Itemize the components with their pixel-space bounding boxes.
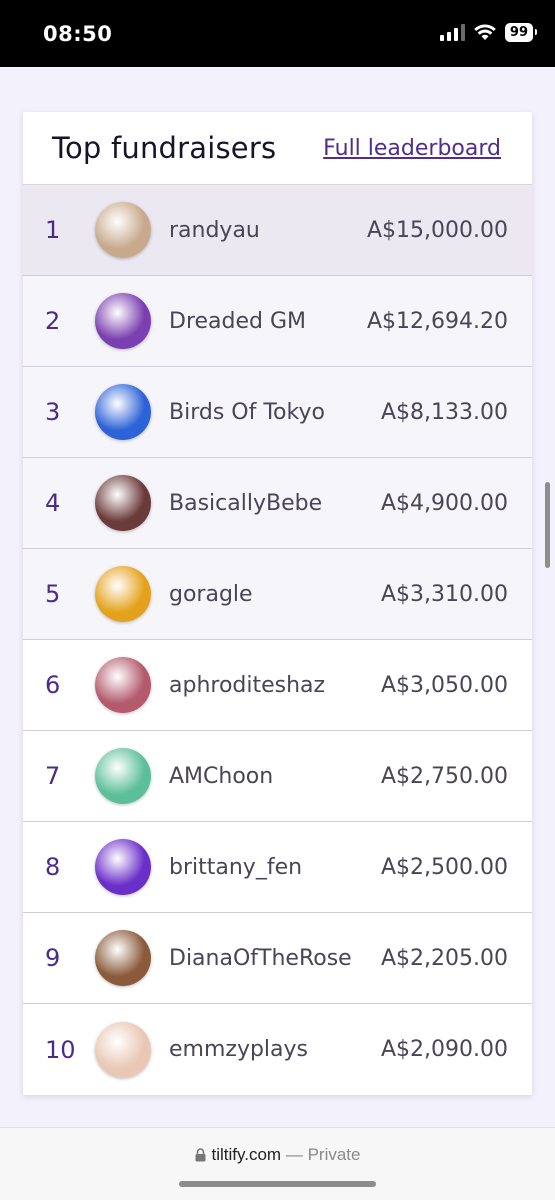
amount-raised: A$15,000.00	[366, 217, 508, 243]
avatar[interactable]	[95, 657, 151, 713]
leaderboard-row[interactable]: 7 AMChoon A$2,750.00	[23, 731, 532, 822]
avatar[interactable]	[95, 1021, 151, 1078]
leaderboard-row[interactable]: 2 Dreaded GM A$12,694.20	[23, 276, 532, 367]
card-title: Top fundraisers	[52, 131, 277, 165]
avatar[interactable]	[95, 839, 151, 895]
avatar[interactable]	[95, 384, 151, 440]
fundraiser-name[interactable]: randyau	[169, 218, 367, 243]
leaderboard-row[interactable]: 1 randyau A$15,000.00	[23, 185, 532, 276]
rank-number: 3	[45, 398, 61, 426]
amount-raised: A$2,090.00	[380, 1037, 508, 1062]
fundraiser-name[interactable]: AMChoon	[169, 764, 381, 789]
status-time: 08:50	[43, 22, 113, 46]
fundraiser-name[interactable]: aphroditeshaz	[169, 673, 381, 698]
status-bar: 08:50 99	[0, 0, 555, 67]
address-bar[interactable]: tiltify.com — Private	[0, 1145, 555, 1165]
card-header: Top fundraisers Full leaderboard	[23, 112, 532, 185]
page-content: Top fundraisers Full leaderboard 1 randya…	[0, 67, 555, 1127]
amount-raised: A$3,310.00	[380, 581, 508, 607]
full-leaderboard-link[interactable]: Full leaderboard	[323, 136, 501, 161]
scrollbar[interactable]	[545, 482, 550, 568]
leaderboard-row[interactable]: 8 brittany_fen A$2,500.00	[23, 822, 532, 913]
avatar[interactable]	[95, 202, 151, 258]
fundraiser-name[interactable]: goragle	[169, 582, 381, 607]
avatar[interactable]	[95, 475, 151, 531]
amount-raised: A$2,750.00	[380, 763, 508, 789]
rank-number: 6	[45, 671, 61, 699]
leaderboard-row[interactable]: 9 DianaOfTheRose A$2,205.00	[23, 913, 532, 1004]
rank-number: 5	[45, 580, 61, 608]
rank-number: 2	[45, 307, 61, 335]
home-indicator[interactable]	[179, 1181, 376, 1187]
amount-raised: A$4,900.00	[380, 490, 508, 516]
leaderboard-list: 1 randyau A$15,000.00 2 Dreaded GM A$12,694.2…	[23, 185, 532, 1095]
leaderboard-row[interactable]: 4 BasicallyBebe A$4,900.00	[23, 458, 532, 549]
amount-raised: A$12,694.20	[366, 308, 508, 334]
cellular-signal-icon	[439, 24, 465, 41]
fundraiser-name[interactable]: DianaOfTheRose	[169, 946, 381, 971]
avatar[interactable]	[95, 293, 151, 349]
amount-raised: A$3,050.00	[380, 672, 508, 698]
lock-icon	[195, 1148, 206, 1162]
leaderboard-row[interactable]: 3 Birds Of Tokyo A$8,133.00	[23, 367, 532, 458]
domain-text: tiltify.com	[211, 1145, 282, 1164]
leaderboard-row[interactable]: 10 emmzyplays A$2,090.00	[23, 1004, 532, 1095]
fundraiser-name[interactable]: BasicallyBebe	[169, 491, 381, 516]
rank-number: 9	[45, 944, 61, 972]
battery-icon: 99	[504, 23, 538, 42]
private-mode-text: Private	[307, 1145, 361, 1164]
amount-raised: A$2,205.00	[380, 945, 508, 971]
amount-raised: A$2,500.00	[380, 854, 508, 880]
fundraiser-name[interactable]: emmzyplays	[169, 1037, 381, 1062]
avatar[interactable]	[95, 748, 151, 804]
separator-text: —	[285, 1145, 303, 1164]
fundraiser-name[interactable]: Birds Of Tokyo	[169, 400, 381, 425]
leaderboard-row[interactable]: 6 aphroditeshaz A$3,050.00	[23, 640, 532, 731]
avatar[interactable]	[95, 930, 151, 986]
fundraiser-name[interactable]: brittany_fen	[169, 855, 381, 880]
fundraiser-name[interactable]: Dreaded GM	[169, 309, 367, 334]
top-fundraisers-card: Top fundraisers Full leaderboard 1 randya…	[23, 112, 532, 1095]
wifi-icon	[474, 24, 496, 40]
rank-number: 7	[45, 762, 61, 790]
rank-number: 1	[45, 216, 61, 244]
avatar[interactable]	[95, 566, 151, 622]
rank-number: 4	[45, 489, 61, 517]
rank-number: 10	[45, 1035, 76, 1064]
rank-number: 8	[45, 853, 61, 881]
amount-raised: A$8,133.00	[380, 399, 508, 425]
leaderboard-row[interactable]: 5 goragle A$3,310.00	[23, 549, 532, 640]
status-icons: 99	[439, 23, 538, 42]
browser-bottom-bar: tiltify.com — Private	[0, 1127, 555, 1200]
